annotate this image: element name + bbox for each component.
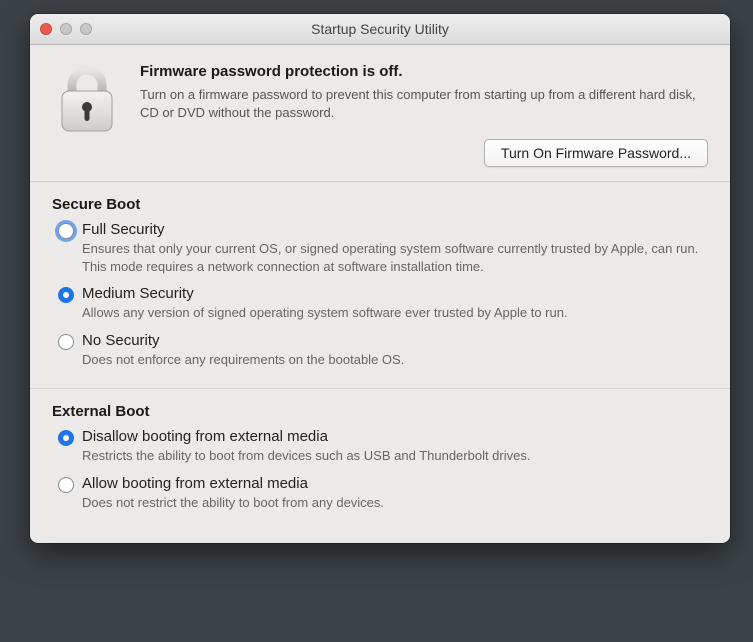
maximize-button — [80, 23, 92, 35]
firmware-description: Turn on a firmware password to prevent t… — [140, 86, 708, 121]
firmware-text: Firmware password protection is off. Tur… — [140, 63, 708, 167]
option-label: Disallow booting from external media — [82, 428, 708, 445]
turn-on-firmware-password-button[interactable]: Turn On Firmware Password... — [484, 139, 708, 167]
radio-medium-security[interactable] — [58, 287, 74, 303]
minimize-button — [60, 23, 72, 35]
titlebar: Startup Security Utility — [30, 14, 730, 45]
option-description: Does not restrict the ability to boot fr… — [82, 494, 708, 512]
window-title: Startup Security Utility — [30, 21, 730, 37]
external-boot-section: External Boot Disallow booting from exte… — [30, 388, 730, 543]
option-label: Full Security — [82, 221, 708, 238]
window: Startup Security Utility — [30, 14, 730, 543]
radio-no-security[interactable] — [58, 334, 74, 350]
secure-boot-option-full: Full Security Ensures that only your cur… — [58, 221, 708, 275]
close-button[interactable] — [40, 23, 52, 35]
lock-icon — [52, 63, 122, 167]
radio-allow-external[interactable] — [58, 477, 74, 493]
external-boot-option-allow: Allow booting from external media Does n… — [58, 475, 708, 512]
option-label: Medium Security — [82, 285, 708, 302]
secure-boot-option-medium: Medium Security Allows any version of si… — [58, 285, 708, 322]
traffic-lights — [40, 23, 92, 35]
option-label: Allow booting from external media — [82, 475, 708, 492]
option-description: Restricts the ability to boot from devic… — [82, 447, 708, 465]
external-boot-heading: External Boot — [52, 403, 708, 420]
option-description: Ensures that only your current OS, or si… — [82, 240, 708, 275]
secure-boot-option-none: No Security Does not enforce any require… — [58, 332, 708, 369]
external-boot-option-disallow: Disallow booting from external media Res… — [58, 428, 708, 465]
secure-boot-section: Secure Boot Full Security Ensures that o… — [30, 182, 730, 388]
firmware-heading: Firmware password protection is off. — [140, 63, 708, 80]
option-description: Does not enforce any requirements on the… — [82, 351, 708, 369]
radio-full-security[interactable] — [58, 223, 74, 239]
option-description: Allows any version of signed operating s… — [82, 304, 708, 322]
firmware-section: Firmware password protection is off. Tur… — [30, 45, 730, 182]
option-label: No Security — [82, 332, 708, 349]
secure-boot-heading: Secure Boot — [52, 196, 708, 213]
radio-disallow-external[interactable] — [58, 430, 74, 446]
content: Firmware password protection is off. Tur… — [30, 45, 730, 543]
